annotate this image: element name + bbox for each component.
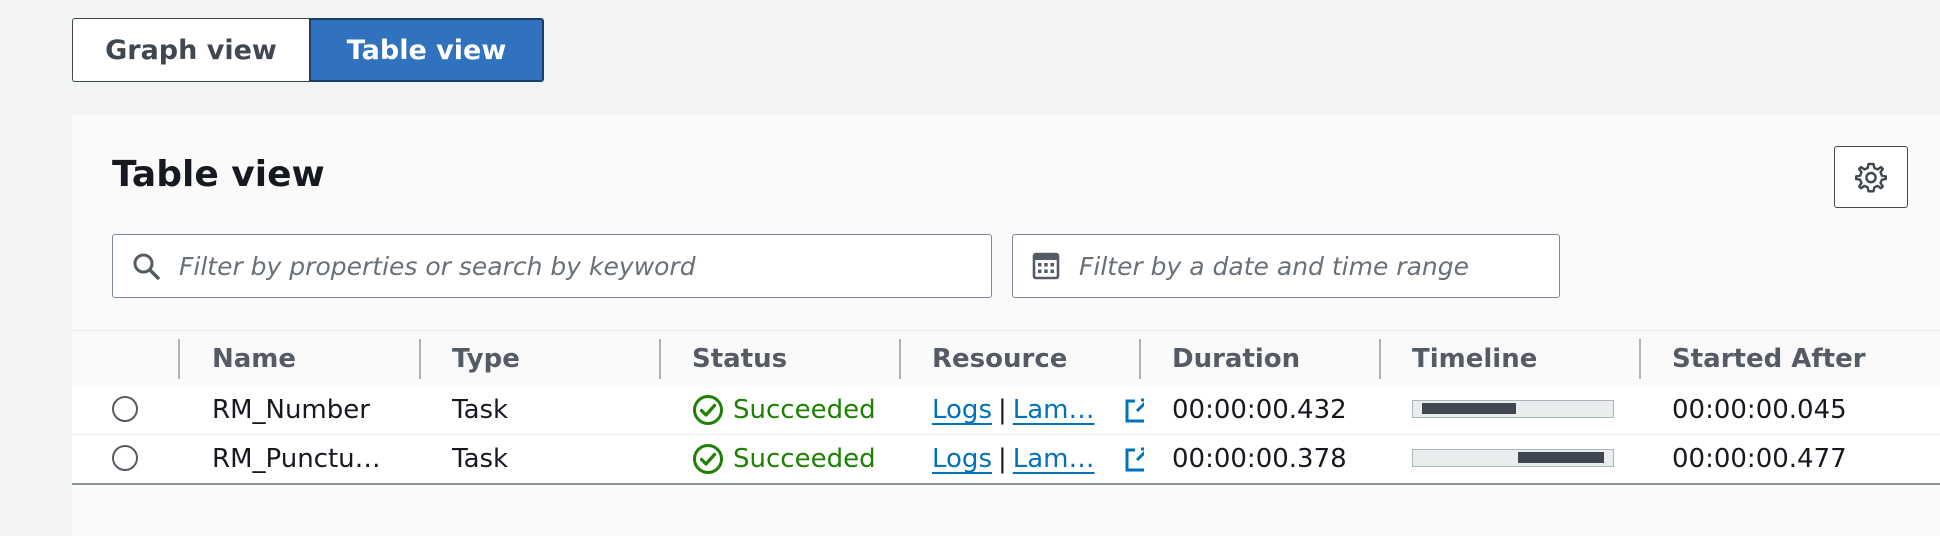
row-started-after: 00:00:00.045 [1672, 395, 1847, 425]
resource-separator: | [998, 395, 1007, 425]
view-toggle: Graph view Table view [72, 18, 544, 82]
date-range-input[interactable] [1079, 235, 1559, 297]
row-select-radio[interactable] [112, 396, 138, 422]
column-header-started-after[interactable]: Started After [1672, 331, 1866, 387]
column-header-duration[interactable]: Duration [1172, 331, 1300, 387]
logs-link[interactable]: Logs [932, 444, 992, 474]
success-check-icon [693, 395, 723, 425]
table-header: Name Type Status Resource Duration Timel… [72, 330, 1940, 386]
column-divider[interactable] [419, 339, 421, 379]
row-name: RM_Punctu… [212, 444, 381, 474]
timeline-bar [1421, 403, 1517, 414]
row-duration: 00:00:00.432 [1172, 395, 1347, 425]
row-timeline [1412, 400, 1614, 418]
table-row: RM_Punctu… Task Succeeded Logs | Lam… 00… [72, 435, 1940, 485]
column-header-resource[interactable]: Resource [932, 331, 1067, 387]
calendar-icon [1013, 252, 1079, 280]
column-header-status[interactable]: Status [692, 331, 787, 387]
column-divider[interactable] [1639, 339, 1641, 379]
column-divider[interactable] [899, 339, 901, 379]
table-view-panel: Table view Filter by properties or searc… [72, 114, 1940, 536]
row-resource: Logs | Lam… [932, 386, 1110, 434]
logs-link[interactable]: Logs [932, 395, 992, 425]
column-divider[interactable] [659, 339, 661, 379]
column-divider[interactable] [1139, 339, 1141, 379]
success-check-icon [693, 444, 723, 474]
row-timeline [1412, 449, 1614, 467]
table-row: RM_Number Task Succeeded Logs | Lam… 00:… [72, 386, 1940, 435]
row-status-label: Succeeded [733, 444, 876, 474]
row-status: Succeeded [692, 435, 892, 483]
row-duration: 00:00:00.378 [1172, 444, 1347, 474]
date-range-filter [1012, 234, 1560, 298]
row-status: Succeeded [692, 386, 892, 434]
panel-title: Table view [112, 154, 325, 195]
row-type: Task [452, 395, 509, 425]
search-filter [112, 234, 992, 298]
column-divider[interactable] [178, 339, 180, 379]
row-type: Task [452, 444, 509, 474]
resource-separator: | [998, 444, 1007, 474]
row-select-radio[interactable] [112, 445, 138, 471]
lambda-link[interactable]: Lam… [1013, 444, 1095, 474]
graph-view-button[interactable]: Graph view [72, 18, 309, 82]
row-status-label: Succeeded [733, 395, 876, 425]
row-started-after: 00:00:00.477 [1672, 444, 1847, 474]
table-view-button[interactable]: Table view [309, 18, 544, 82]
search-input[interactable] [179, 235, 991, 297]
row-name: RM_Number [212, 395, 370, 425]
column-divider[interactable] [1379, 339, 1381, 379]
lambda-link[interactable]: Lam… [1013, 395, 1095, 425]
column-header-type[interactable]: Type [452, 331, 520, 387]
column-header-name[interactable]: Name [212, 331, 296, 387]
timeline-bar [1518, 452, 1605, 463]
column-header-timeline[interactable]: Timeline [1412, 331, 1537, 387]
external-link-icon[interactable] [1124, 398, 1144, 424]
gear-icon [1855, 162, 1887, 193]
external-link-icon[interactable] [1124, 447, 1144, 473]
preferences-button[interactable] [1834, 146, 1908, 208]
search-icon [113, 251, 179, 281]
row-resource: Logs | Lam… [932, 435, 1110, 483]
